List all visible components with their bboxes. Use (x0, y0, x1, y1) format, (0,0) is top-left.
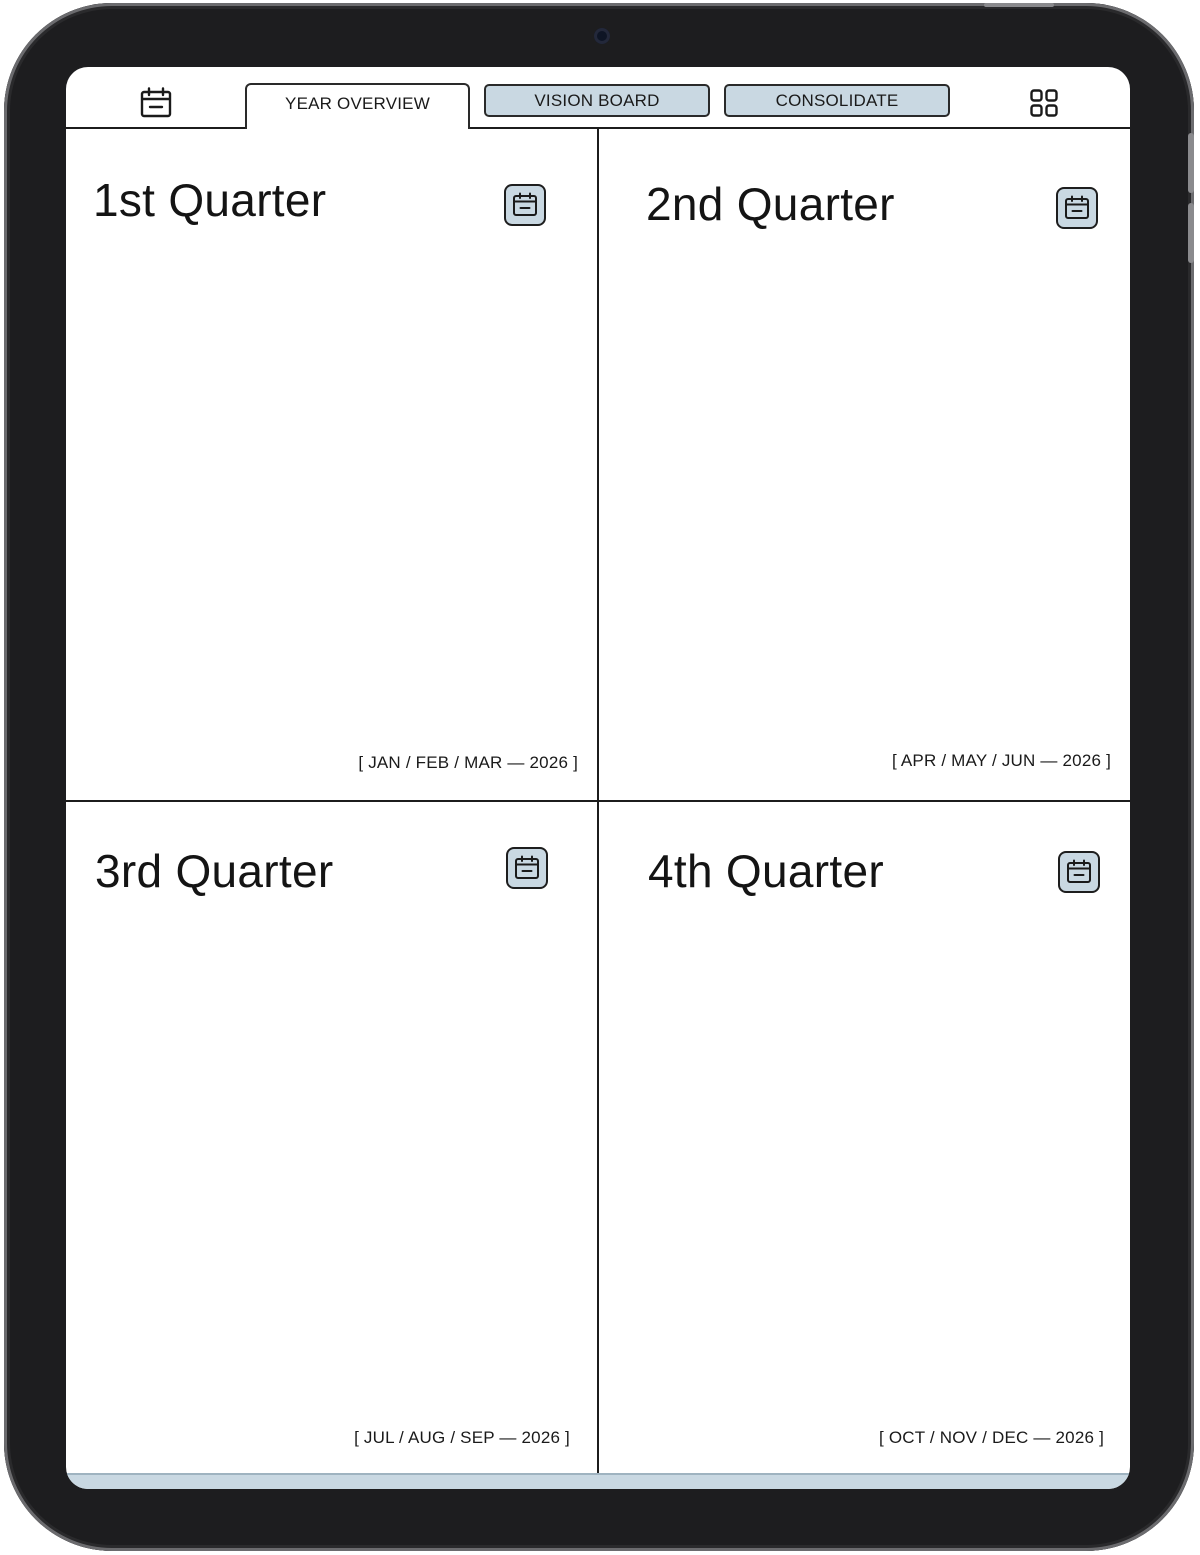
quarter-1-panel[interactable]: 1st Quarter [ JAN / FEB / MAR — 2026 ] (66, 129, 597, 800)
quarter-2-panel[interactable]: 2nd Quarter [ APR / MAY / JUN — 2026 ] (599, 129, 1130, 800)
calendar-icon[interactable] (138, 85, 174, 121)
tablet-screen: YEAR OVERVIEW VISION BOARD CONSOLIDATE 1… (66, 67, 1130, 1489)
tab-vision-board[interactable]: VISION BOARD (484, 84, 710, 117)
quarter-date-range: [ JUL / AUG / SEP — 2026 ] (354, 1428, 570, 1447)
bottom-bar (66, 1473, 1130, 1489)
grid-icon[interactable] (1026, 85, 1062, 121)
volume-down-button (1188, 203, 1194, 263)
quarter-4-panel[interactable]: 4th Quarter [ OCT / NOV / DEC — 2026 ] (599, 802, 1130, 1475)
quarter-date-range: [ OCT / NOV / DEC — 2026 ] (878, 1428, 1104, 1447)
quarter-date-range: [ APR / MAY / JUN — 2026 ] (891, 751, 1111, 770)
tab-consolidate[interactable]: CONSOLIDATE (724, 84, 950, 117)
quarter-date-range: [ JAN / FEB / MAR — 2026 ] (358, 753, 578, 772)
quarter-title: 3rd Quarter (95, 845, 334, 897)
front-camera (594, 28, 610, 44)
quarter-3-panel[interactable]: 3rd Quarter [ JUL / AUG / SEP — 2026 ] (66, 802, 597, 1475)
calendar-icon[interactable] (1058, 851, 1100, 893)
top-navigation-bar: YEAR OVERVIEW VISION BOARD CONSOLIDATE (66, 67, 1130, 129)
tab-year-overview[interactable]: YEAR OVERVIEW (245, 83, 470, 129)
quarter-title: 4th Quarter (648, 845, 884, 897)
volume-up-button (1188, 133, 1194, 193)
calendar-icon[interactable] (506, 847, 548, 889)
power-button (984, 3, 1054, 7)
calendar-icon[interactable] (1056, 187, 1098, 229)
quarter-title: 2nd Quarter (646, 178, 895, 230)
calendar-icon[interactable] (504, 184, 546, 226)
quarter-title: 1st Quarter (93, 174, 327, 226)
